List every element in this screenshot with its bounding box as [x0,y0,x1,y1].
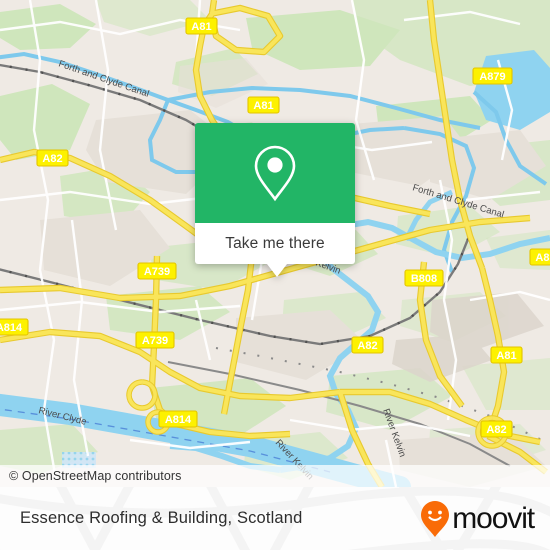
moovit-pin-icon [421,500,450,537]
map-screenshot: Forth and Clyde Canal Forth and Clyde Ca… [0,0,550,550]
svg-text:A814: A814 [165,414,192,426]
road-shield: A879 [472,67,513,85]
callout-header [195,123,355,223]
road-shield: A82 [36,149,69,167]
road-shield: A81 [247,96,280,114]
page-footer: Essence Roofing & Building, Scotland moo… [0,487,550,550]
svg-text:A82: A82 [42,153,62,165]
take-me-there-label: Take me there [225,234,325,252]
reservoir [474,50,550,130]
svg-text:A82: A82 [486,424,506,436]
road-shield: A82 [351,336,384,354]
svg-text:A879: A879 [479,71,505,83]
svg-text:A81: A81 [496,350,516,362]
road-shield: A739 [135,331,175,349]
road-shield: A81 [490,346,523,364]
road-shield: A814 [158,410,198,428]
road-shield: A814 [0,318,29,336]
svg-text:A81: A81 [191,21,211,33]
attribution-text: © OpenStreetMap contributors [9,469,182,483]
moovit-wordmark: moovit [452,501,535,535]
svg-text:B808: B808 [411,273,437,285]
svg-text:A814: A814 [0,322,23,334]
road-shield: A81 [185,17,218,35]
page-title-text: Essence Roofing & Building, Scotland [20,509,303,527]
road-shield: B808 [404,269,444,287]
road-shield: A82 [529,248,550,266]
callout-tail [267,264,287,277]
road-shield: A82 [480,420,513,438]
road-shield: A739 [137,262,177,280]
page-title: Essence Roofing & Building, Scotland [20,487,302,550]
svg-text:A82: A82 [357,340,377,352]
osm-attribution: © OpenStreetMap contributors [0,465,550,487]
map-pin-icon [254,145,296,202]
svg-text:A739: A739 [144,266,170,278]
svg-text:A81: A81 [253,100,273,112]
moovit-logo[interactable]: moovit [420,487,535,550]
svg-text:A82: A82 [535,252,550,264]
location-callout[interactable]: Take me there [195,123,355,277]
svg-text:A739: A739 [142,335,168,347]
callout-footer[interactable]: Take me there [195,223,355,277]
